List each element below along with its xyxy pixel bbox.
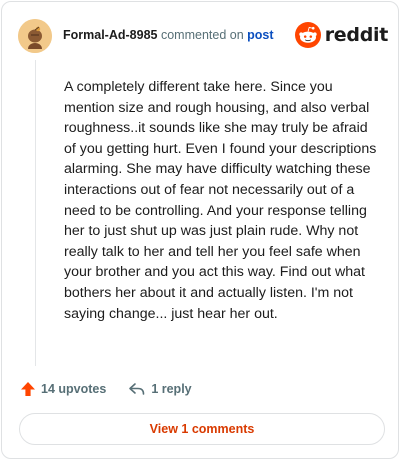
reddit-logo[interactable]: reddit <box>294 20 389 50</box>
comment-header: Formal-Ad-8985 commented on post reddit <box>18 19 388 53</box>
user-avatar[interactable] <box>18 19 52 53</box>
post-link[interactable]: post <box>247 28 273 42</box>
upvote-button[interactable]: 14 upvotes <box>20 381 106 397</box>
reply-button[interactable]: 1 reply <box>128 381 192 397</box>
comment-byline: Formal-Ad-8985 commented on post <box>63 28 274 42</box>
upvote-arrow-icon <box>21 382 35 396</box>
comment-body: A completely different take here. Since … <box>64 79 377 322</box>
upvote-count: 14 upvotes <box>41 382 107 396</box>
thread-line <box>35 60 36 366</box>
byline-verb: commented on <box>160 28 244 42</box>
reddit-wordmark: reddit <box>324 24 389 46</box>
avatar-illustration-icon <box>18 19 52 53</box>
username-link[interactable]: Formal-Ad-8985 <box>63 28 157 42</box>
comment-actions: 14 upvotes 1 reply <box>20 379 192 399</box>
comment-card: Formal-Ad-8985 commented on post reddit … <box>1 1 399 459</box>
reply-arrow-icon <box>129 383 145 395</box>
reddit-snoo-icon <box>294 22 321 48</box>
view-comments-button[interactable]: View 1 comments <box>19 413 385 445</box>
reply-count: 1 reply <box>151 382 192 396</box>
